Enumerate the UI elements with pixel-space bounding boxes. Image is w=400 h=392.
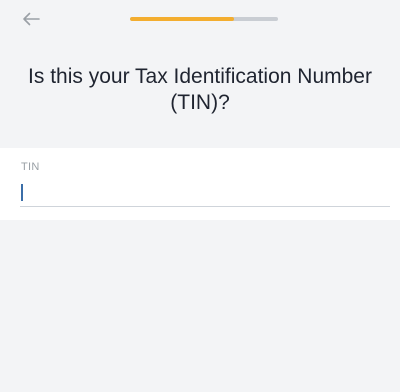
- page-title: Is this your Tax Identification Number (…: [28, 65, 372, 114]
- tin-form: TIN: [0, 148, 400, 220]
- header: Is this your Tax Identification Number (…: [0, 0, 400, 148]
- progress-bar: [130, 17, 278, 21]
- arrow-left-icon: [23, 12, 40, 26]
- text-caret: [21, 184, 23, 201]
- tin-label: TIN: [21, 161, 40, 173]
- progress-bar-fill: [130, 17, 234, 21]
- back-button[interactable]: [18, 6, 44, 32]
- tin-input[interactable]: [20, 179, 390, 207]
